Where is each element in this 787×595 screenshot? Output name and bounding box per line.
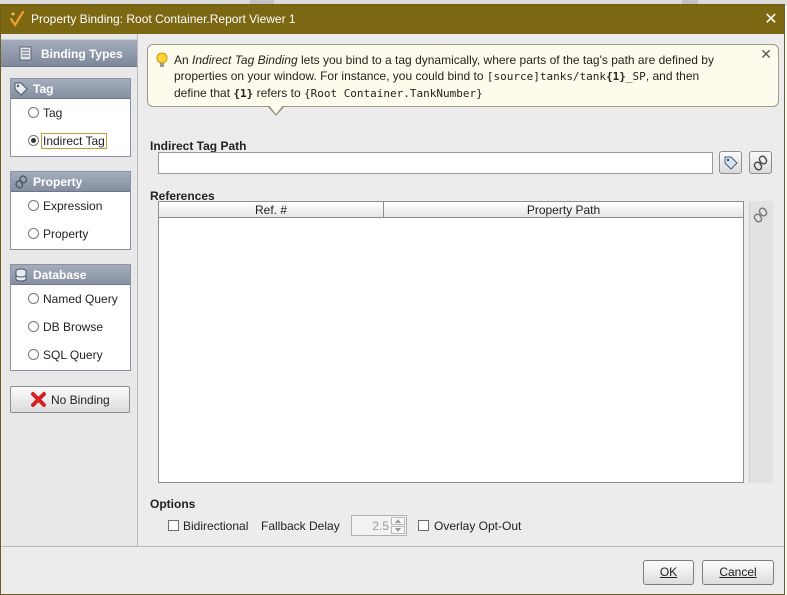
overlay-opt-out-checkbox[interactable]	[418, 520, 429, 531]
tip-code: {Root Container.TankNumber}	[303, 87, 483, 100]
indirect-tag-path-input[interactable]	[158, 152, 713, 174]
property-binding-dialog: Property Binding: Root Container.Report …	[0, 4, 785, 595]
radio-expression[interactable]: Expression	[11, 192, 130, 220]
radio-label: SQL Query	[43, 348, 103, 362]
radio-named-query[interactable]: Named Query	[11, 285, 130, 313]
binding-types-title: Binding Types	[41, 47, 123, 61]
database-group-header: Database	[11, 265, 130, 285]
link-icon	[753, 155, 768, 171]
radio-label: Indirect Tag	[41, 133, 107, 149]
radio-label: Tag	[43, 106, 63, 120]
insert-property-reference-button[interactable]	[749, 151, 772, 174]
tag-group-header: Tag	[11, 79, 130, 99]
tip-line-1: An Indirect Tag Binding lets you bind to…	[174, 53, 714, 67]
indirect-tag-path-label: Indirect Tag Path	[150, 139, 247, 153]
cancel-button[interactable]: Cancel	[702, 560, 774, 585]
dialog-button-bar: OK Cancel	[1, 546, 784, 594]
spinner-up-arrow-icon[interactable]	[391, 517, 405, 525]
property-group-title: Property	[33, 175, 83, 189]
fallback-delay-spinner[interactable]: 2.5	[351, 515, 407, 536]
radio-button-selected[interactable]	[28, 135, 39, 146]
spinner-down-arrow-icon[interactable]	[391, 526, 405, 534]
radio-sql-query[interactable]: SQL Query	[11, 341, 130, 369]
references-table[interactable]: Ref. # Property Path	[158, 201, 744, 483]
spinner-arrows	[391, 517, 405, 534]
references-table-header: Ref. # Property Path	[159, 202, 743, 218]
options-row: Bidirectional Fallback Delay 2.5 Overlay…	[139, 515, 779, 537]
tip-code: [source]tanks/tank{1}_SP	[486, 70, 646, 83]
tag-group-title: Tag	[33, 82, 54, 96]
radio-button[interactable]	[28, 321, 39, 332]
radio-label: Property	[43, 227, 89, 241]
close-window-button[interactable]: ✕	[761, 9, 781, 29]
column-header-property-path[interactable]: Property Path	[384, 202, 743, 218]
tip-pointer	[267, 105, 285, 116]
link-icon[interactable]	[753, 207, 769, 223]
window-title: Property Binding: Root Container.Report …	[31, 12, 296, 26]
radio-label: Named Query	[43, 292, 118, 306]
radio-label: DB Browse	[43, 320, 104, 334]
column-header-ref[interactable]: Ref. #	[159, 202, 384, 218]
tag-icon	[14, 82, 28, 96]
binding-types-panel: Binding Types Tag Tag Indirect Tag Prope…	[1, 34, 138, 546]
no-binding-label: No Binding	[51, 393, 110, 407]
radio-db-browse[interactable]: DB Browse	[11, 313, 130, 341]
overlay-opt-out-label: Overlay Opt-Out	[434, 519, 522, 533]
bidirectional-checkbox[interactable]	[168, 520, 179, 531]
lightbulb-icon	[156, 52, 168, 67]
close-tip-icon[interactable]: ✕	[758, 47, 774, 63]
radio-button[interactable]	[28, 293, 39, 304]
property-group: Property Expression Property	[10, 171, 131, 250]
radio-button[interactable]	[28, 228, 39, 239]
browse-tags-button[interactable]	[719, 151, 742, 174]
binding-config-area: ✕ An Indirect Tag Binding lets you bind …	[139, 34, 784, 546]
database-icon	[15, 268, 27, 282]
radio-tag[interactable]: Tag	[11, 99, 130, 127]
tip-line-2: properties on your window. For instance,…	[174, 69, 700, 83]
fallback-delay-label: Fallback Delay	[261, 519, 340, 533]
tip-emphasis: Indirect Tag Binding	[192, 53, 298, 67]
binding-types-header: Binding Types	[1, 39, 137, 67]
link-icon	[15, 175, 28, 189]
database-group: Database Named Query DB Browse SQL Query	[10, 264, 131, 371]
tag-group: Tag Tag Indirect Tag	[10, 78, 131, 157]
tip-line-3: define that {1} refers to {Root Containe…	[174, 86, 483, 100]
bidirectional-label: Bidirectional	[183, 519, 249, 533]
binding-wand-icon	[9, 10, 25, 28]
help-tip: ✕ An Indirect Tag Binding lets you bind …	[147, 44, 779, 107]
options-label: Options	[150, 497, 196, 511]
radio-property[interactable]: Property	[11, 220, 130, 248]
database-group-title: Database	[33, 268, 87, 282]
references-side-toolbar	[749, 201, 773, 483]
title-bar[interactable]: Property Binding: Root Container.Report …	[1, 5, 784, 34]
binding-types-icon	[19, 46, 32, 61]
fallback-delay-value: 2.5	[372, 519, 389, 533]
radio-button[interactable]	[28, 107, 39, 118]
radio-button[interactable]	[28, 349, 39, 360]
radio-label: Expression	[43, 199, 103, 213]
radio-indirect-tag[interactable]: Indirect Tag	[11, 127, 130, 155]
ok-button[interactable]: OK	[643, 560, 694, 585]
radio-button[interactable]	[28, 200, 39, 211]
red-x-icon	[31, 392, 46, 407]
tag-icon	[724, 156, 738, 170]
no-binding-button[interactable]: No Binding	[10, 386, 130, 413]
property-group-header: Property	[11, 172, 130, 192]
